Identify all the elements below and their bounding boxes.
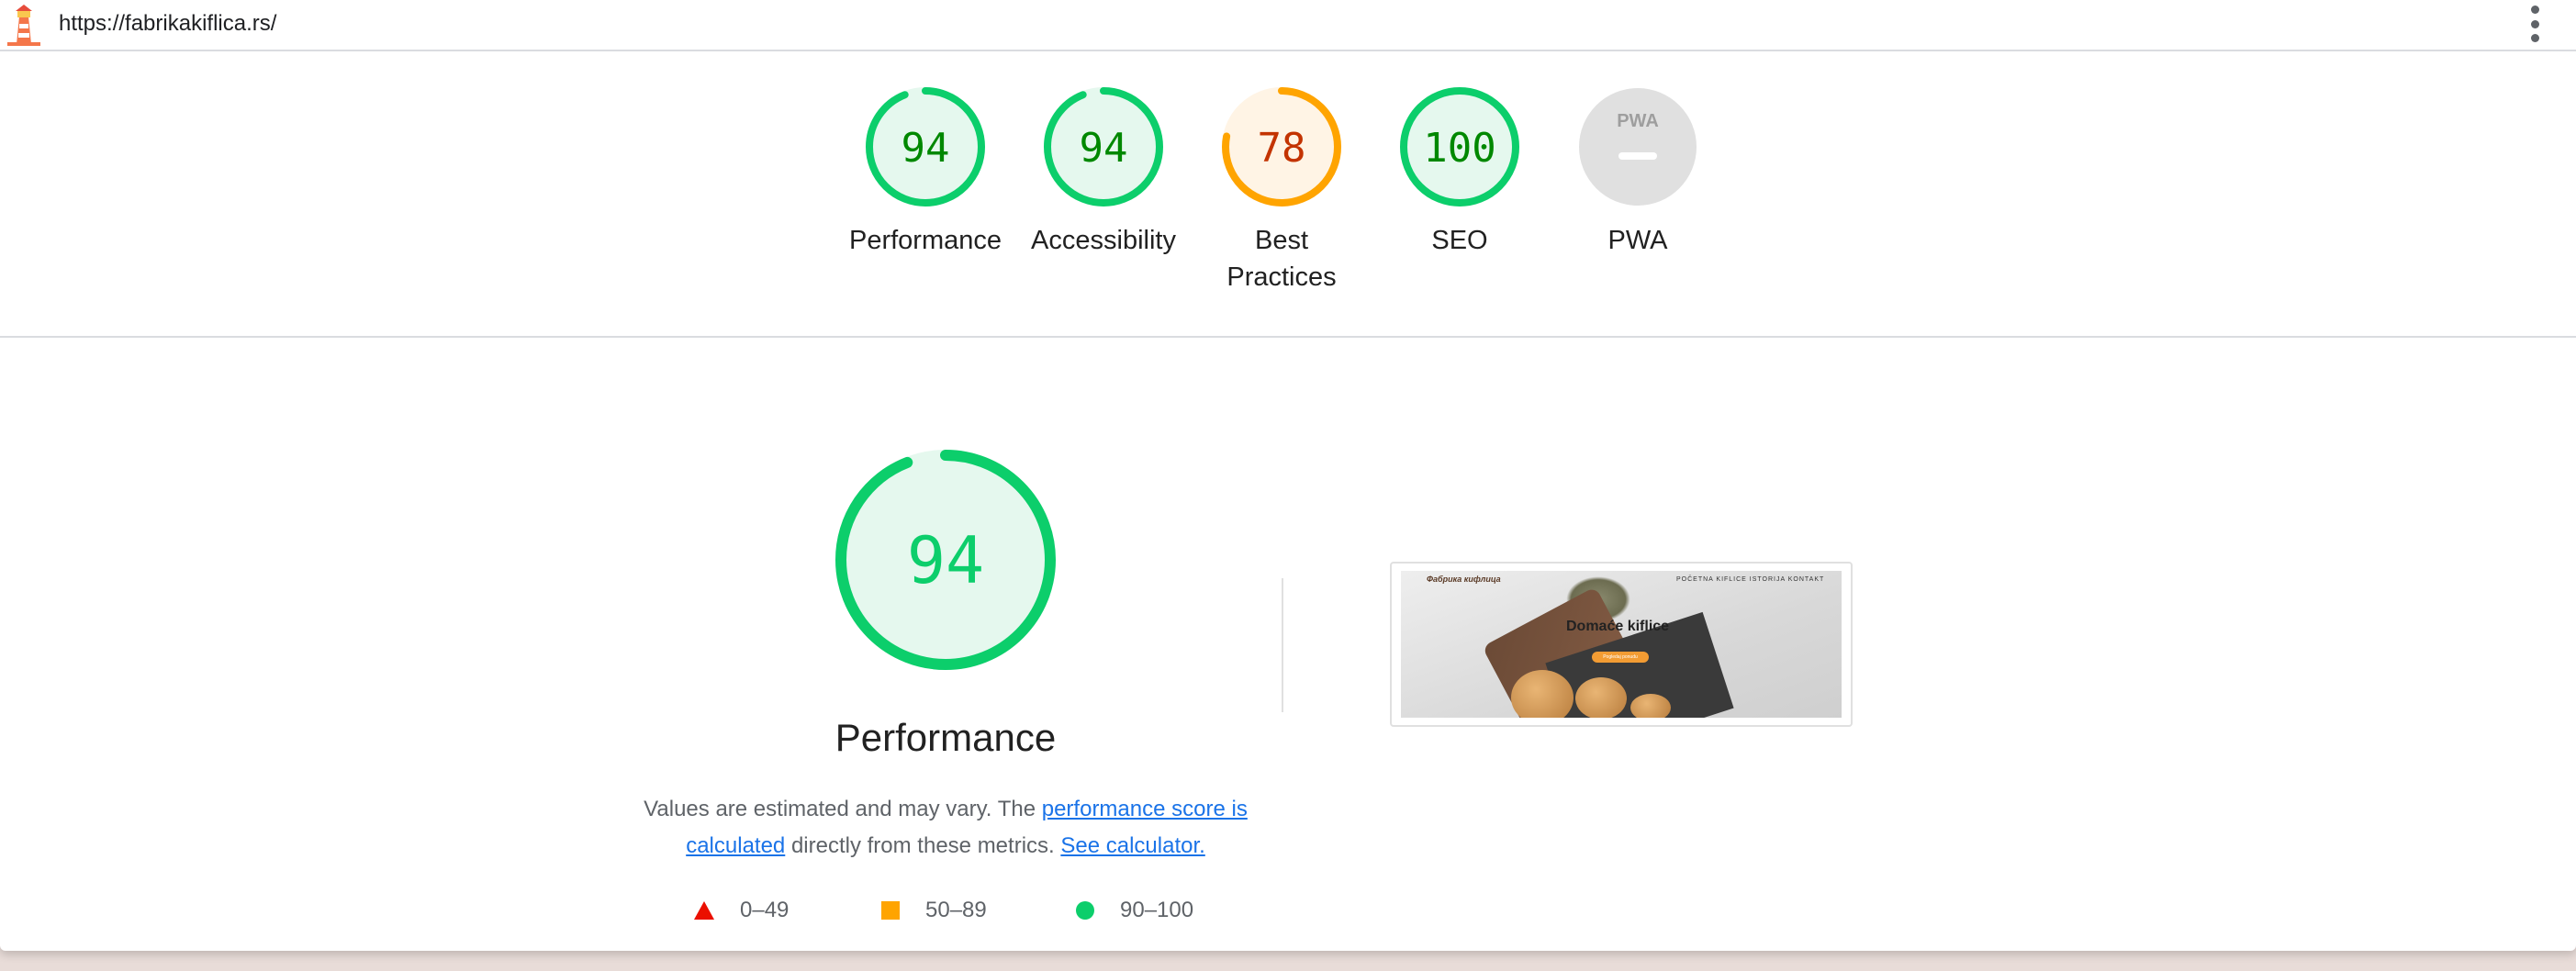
gauge-score: 78 [1258, 125, 1306, 172]
vertical-divider [1282, 578, 1283, 712]
category-label: Best Practices [1226, 226, 1337, 292]
legend-range: 0–49 [740, 898, 790, 922]
screenshot-image: Фабрика кифлица POČETNA KIFLICE ISTORIJA… [1401, 571, 1842, 718]
performance-score-ring: 94 [835, 450, 1056, 670]
desc-prefix: Values are estimated and may vary. The [644, 797, 1036, 821]
final-screenshot[interactable]: Фабрика кифлица POČETNA KIFLICE ISTORIJA… [1390, 562, 1853, 727]
category-label: SEO [1431, 226, 1488, 255]
bread-image [1511, 670, 1574, 718]
category-label: PWA [1607, 226, 1668, 255]
bread-image [1630, 694, 1671, 718]
pwa-badge-text: PWA [1617, 111, 1659, 131]
gauge-ring: 100 [1400, 87, 1519, 206]
lighthouse-report: https://fabrikakiflica.rs/ 94 Performance… [0, 0, 2576, 951]
triangle-icon [694, 901, 714, 920]
category-gauge-seo[interactable]: 100 SEO [1368, 86, 1551, 259]
site-brand: Фабрика кифлица [1427, 575, 1501, 584]
gauge-ring: 78 [1222, 87, 1341, 206]
site-cta-button: Pogledaj ponudu [1592, 652, 1649, 663]
bread-image [1575, 677, 1627, 718]
section-divider [0, 336, 2576, 338]
legend-item-pass: 90–100 [1076, 898, 1193, 923]
report-topbar: https://fabrikakiflica.rs/ [0, 0, 2576, 51]
category-gauge-performance[interactable]: 94 Performance [834, 86, 1017, 259]
dash-icon [1618, 152, 1657, 160]
score-legend: 0–49 50–89 90–100 [694, 898, 1245, 925]
gauge-ring: 94 [1044, 87, 1163, 206]
site-headline: Domaće kiflice [1566, 619, 1670, 634]
category-gauge-pwa[interactable]: PWA PWA [1546, 86, 1730, 259]
gauge-ring: PWA [1579, 88, 1697, 206]
performance-description: Values are estimated and may vary. The p… [624, 791, 1267, 865]
gauge-ring: 94 [866, 87, 985, 206]
gauge-score: 94 [907, 523, 984, 598]
legend-item-average: 50–89 [881, 898, 987, 923]
pwa-badge [1579, 88, 1697, 206]
legend-range: 90–100 [1120, 898, 1194, 922]
gauge-score: 100 [1423, 125, 1495, 172]
gauge-score: 94 [902, 125, 950, 172]
site-nav: POČETNA KIFLICE ISTORIJA KONTAKT [1676, 576, 1825, 583]
report-url[interactable]: https://fabrikakiflica.rs/ [59, 11, 276, 37]
desc-middle: directly from these metrics. [790, 833, 1055, 858]
see-calculator-link[interactable]: See calculator. [1060, 833, 1204, 858]
legend-range: 50–89 [925, 898, 987, 922]
category-label: Performance [848, 226, 1002, 255]
lighthouse-icon [7, 5, 40, 46]
square-icon [881, 901, 900, 920]
gauge-score: 94 [1080, 125, 1128, 172]
more-vertical-icon[interactable] [2528, 6, 2541, 42]
performance-title: Performance [834, 716, 1057, 759]
performance-gauge-large: 94 [808, 450, 1083, 675]
legend-item-fail: 0–49 [694, 898, 789, 923]
category-label: Accessibility [1031, 226, 1176, 255]
circle-icon [1076, 901, 1094, 920]
category-gauge-best-practices[interactable]: 78 Best Practices [1190, 86, 1373, 296]
category-gauge-accessibility[interactable]: 94 Accessibility [1012, 86, 1195, 259]
